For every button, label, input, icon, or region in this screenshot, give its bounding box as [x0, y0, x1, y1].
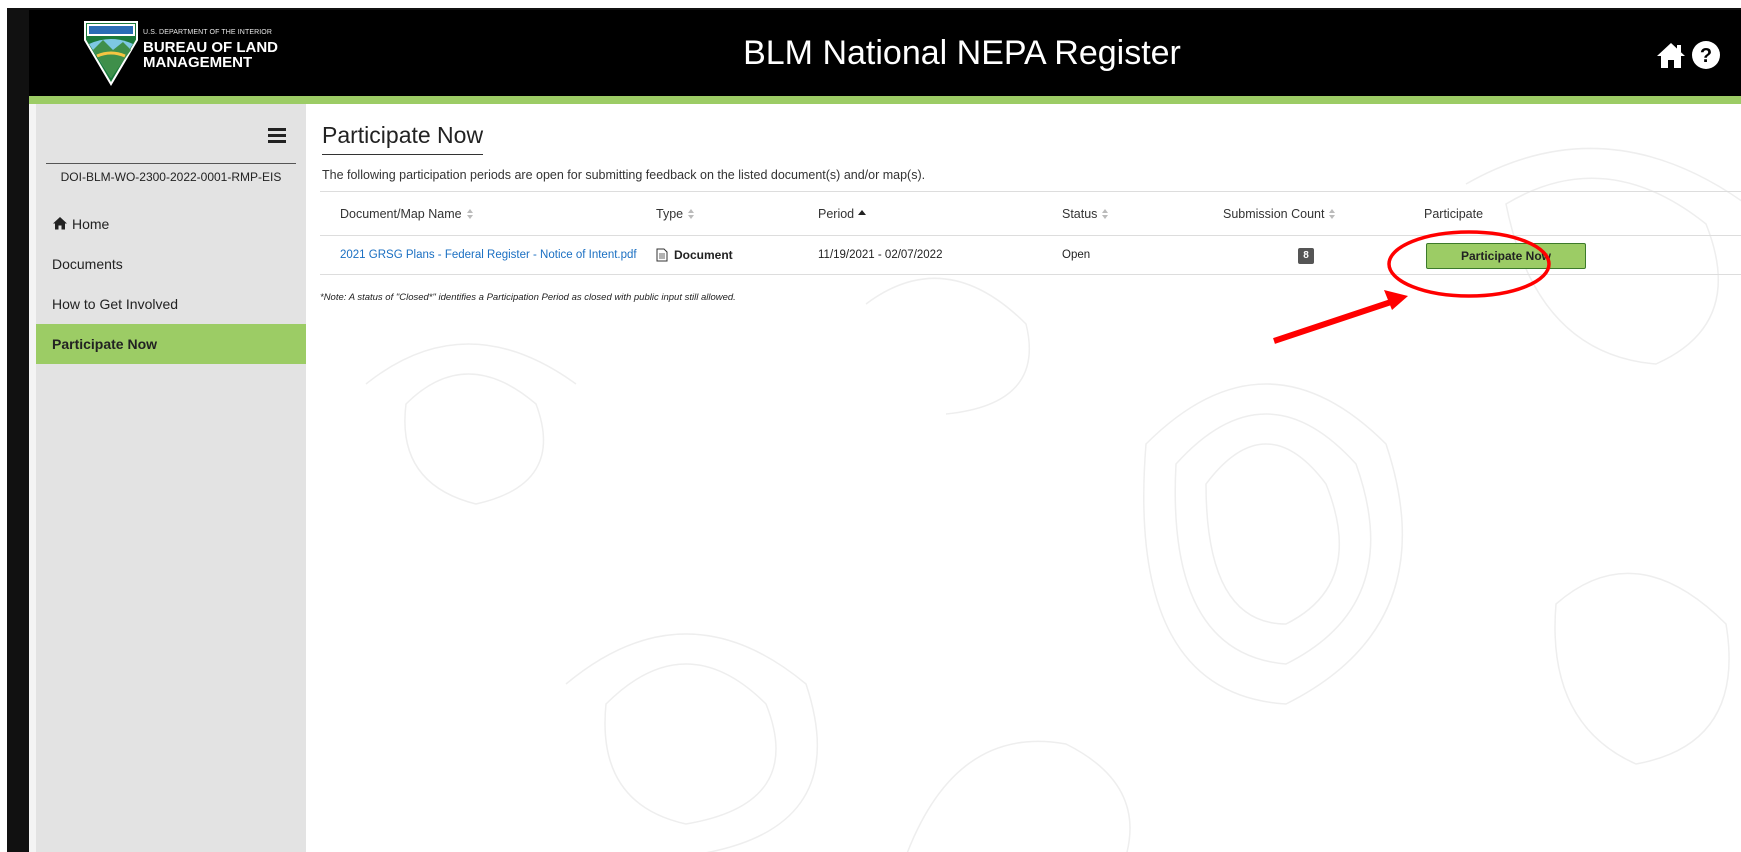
app-title: BLM National NEPA Register — [743, 34, 1181, 72]
sidebar-item-how-to-get-involved[interactable]: How to Get Involved — [36, 284, 306, 324]
participation-table: Document/Map Name Type Period Status Sub… — [320, 191, 1741, 275]
app-header: U.S. DEPARTMENT OF THE INTERIOR BUREAU O… — [29, 10, 1741, 96]
column-header-label: Type — [656, 207, 684, 221]
svg-text:?: ? — [1700, 45, 1712, 67]
column-header-type[interactable]: Type — [656, 192, 695, 236]
participate-now-button[interactable]: Participate Now — [1426, 243, 1586, 269]
document-link[interactable]: 2021 GRSG Plans - Federal Register - Not… — [340, 236, 637, 274]
submission-count-cell: 8 — [1298, 236, 1314, 274]
sort-icon[interactable] — [1101, 208, 1109, 220]
intro-text: The following participation periods are … — [322, 168, 926, 182]
period-cell: 11/19/2021 - 02/07/2022 — [818, 249, 943, 261]
column-header-submission-count[interactable]: Submission Count — [1223, 192, 1336, 236]
sort-icon[interactable] — [1328, 208, 1336, 220]
sort-icon[interactable] — [466, 208, 474, 220]
sort-icon[interactable] — [687, 208, 695, 220]
page-title: Participate Now — [322, 122, 484, 155]
header-accent-stripe — [29, 96, 1741, 104]
hamburger-menu-icon[interactable] — [268, 128, 286, 143]
sidebar-item-label: Home — [72, 216, 110, 232]
submission-count-badge: 8 — [1298, 248, 1314, 264]
column-header-label: Status — [1062, 207, 1098, 221]
column-header-label: Participate — [1424, 207, 1484, 221]
home-icon[interactable] — [1656, 41, 1686, 69]
sidebar-item-label: Participate Now — [52, 336, 158, 352]
project-id: DOI-BLM-WO-2300-2022-0001-RMP-EIS — [46, 163, 296, 184]
sidebar-item-documents[interactable]: Documents — [36, 244, 306, 284]
sidebar-item-label: How to Get Involved — [52, 296, 179, 312]
sidebar-item-home[interactable]: Home — [36, 204, 306, 244]
sort-ascending-icon[interactable] — [858, 208, 867, 220]
sidebar: DOI-BLM-WO-2300-2022-0001-RMP-EIS Home D… — [36, 104, 306, 852]
column-header-label: Period — [818, 207, 855, 221]
column-header-label: Document/Map Name — [340, 207, 462, 221]
column-header-status[interactable]: Status — [1062, 192, 1109, 236]
column-header-period[interactable]: Period — [818, 192, 867, 236]
home-icon — [53, 217, 67, 230]
document-icon — [656, 248, 668, 262]
column-header-label: Submission Count — [1223, 207, 1325, 221]
table-row: 2021 GRSG Plans - Federal Register - Not… — [320, 236, 1741, 274]
status-cell: Open — [1062, 249, 1091, 261]
sidebar-item-label: Documents — [52, 256, 123, 272]
main-content: Participate Now The following participat… — [306, 104, 1741, 852]
sidebar-item-participate-now[interactable]: Participate Now — [36, 324, 306, 364]
type-cell: Document — [656, 236, 733, 275]
column-header-name[interactable]: Document/Map Name — [340, 192, 474, 236]
type-label: Document — [674, 248, 733, 262]
table-header-row: Document/Map Name Type Period Status Sub… — [320, 192, 1741, 236]
status-note: *Note: A status of "Closed*" identifies … — [320, 292, 736, 303]
column-header-participate: Participate — [1424, 192, 1483, 236]
help-icon[interactable]: ? — [1691, 40, 1721, 70]
